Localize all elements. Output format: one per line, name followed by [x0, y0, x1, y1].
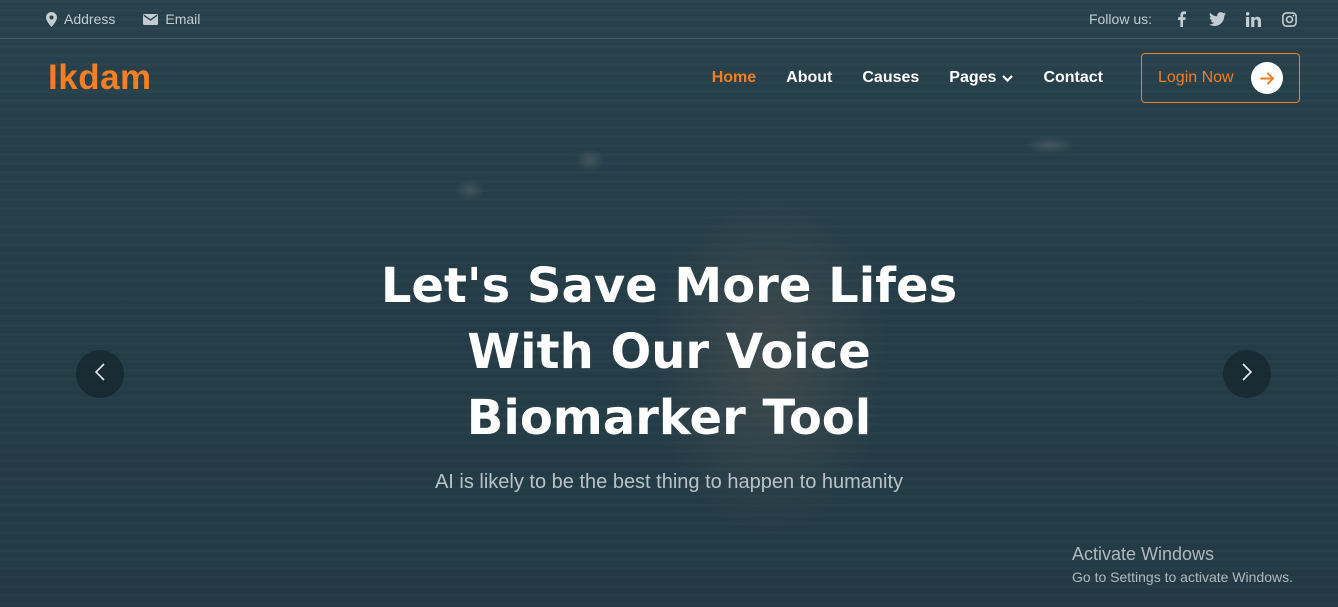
envelope-icon [143, 13, 159, 25]
arrow-right-icon [1251, 62, 1283, 94]
address-label: Address [64, 11, 116, 27]
hero-subtitle: AI is likely to be the best thing to hap… [434, 471, 904, 493]
social-links: Follow us: [1089, 10, 1298, 28]
nav-pages[interactable]: Pages [949, 69, 1014, 87]
slider-next-button[interactable] [1223, 350, 1271, 398]
nav-pages-label: Pages [949, 69, 997, 86]
facebook-icon[interactable] [1172, 10, 1190, 28]
site-logo[interactable]: Ikdam [48, 58, 152, 98]
watermark-title: Activate Windows [1072, 544, 1215, 564]
chevron-right-icon [1242, 362, 1253, 386]
linkedin-icon[interactable] [1244, 10, 1262, 28]
top-info-bar: Address Email Follow us: [0, 0, 1338, 39]
map-pin-icon [46, 11, 57, 27]
hero-title-line-1: Let's Save More Lifes [380, 258, 958, 314]
primary-nav: Home About Causes Pages Contact [712, 69, 1103, 87]
email-label: Email [165, 11, 201, 27]
hero-title: Let's Save More Lifes With Our Voice Bio… [0, 253, 1338, 451]
nav-causes[interactable]: Causes [862, 69, 919, 87]
contact-info: Address Email [46, 11, 200, 27]
hero-title-line-2: With Our Voice [467, 324, 871, 380]
email-link[interactable]: Email [143, 11, 200, 27]
twitter-icon[interactable] [1208, 10, 1226, 28]
nav-home[interactable]: Home [712, 69, 756, 87]
watermark-subtitle: Go to Settings to activate Windows. [1072, 569, 1293, 585]
follow-us-label: Follow us: [1088, 11, 1152, 27]
hero-title-line-3: Biomarker Tool [466, 390, 872, 446]
chevron-down-icon [1002, 69, 1014, 87]
slider-prev-button[interactable] [76, 350, 124, 398]
instagram-icon[interactable] [1280, 10, 1298, 28]
activate-windows-watermark: Activate Windows Go to Settings to activ… [1072, 543, 1293, 587]
main-navbar: Ikdam Home About Causes Pages Contact Lo… [0, 40, 1338, 116]
nav-contact[interactable]: Contact [1043, 69, 1103, 87]
login-now-label: Login Now [1158, 69, 1234, 86]
nav-about[interactable]: About [786, 69, 832, 87]
chevron-left-icon [94, 362, 105, 386]
login-now-button[interactable]: Login Now [1141, 53, 1300, 103]
address-link[interactable]: Address [46, 11, 115, 27]
